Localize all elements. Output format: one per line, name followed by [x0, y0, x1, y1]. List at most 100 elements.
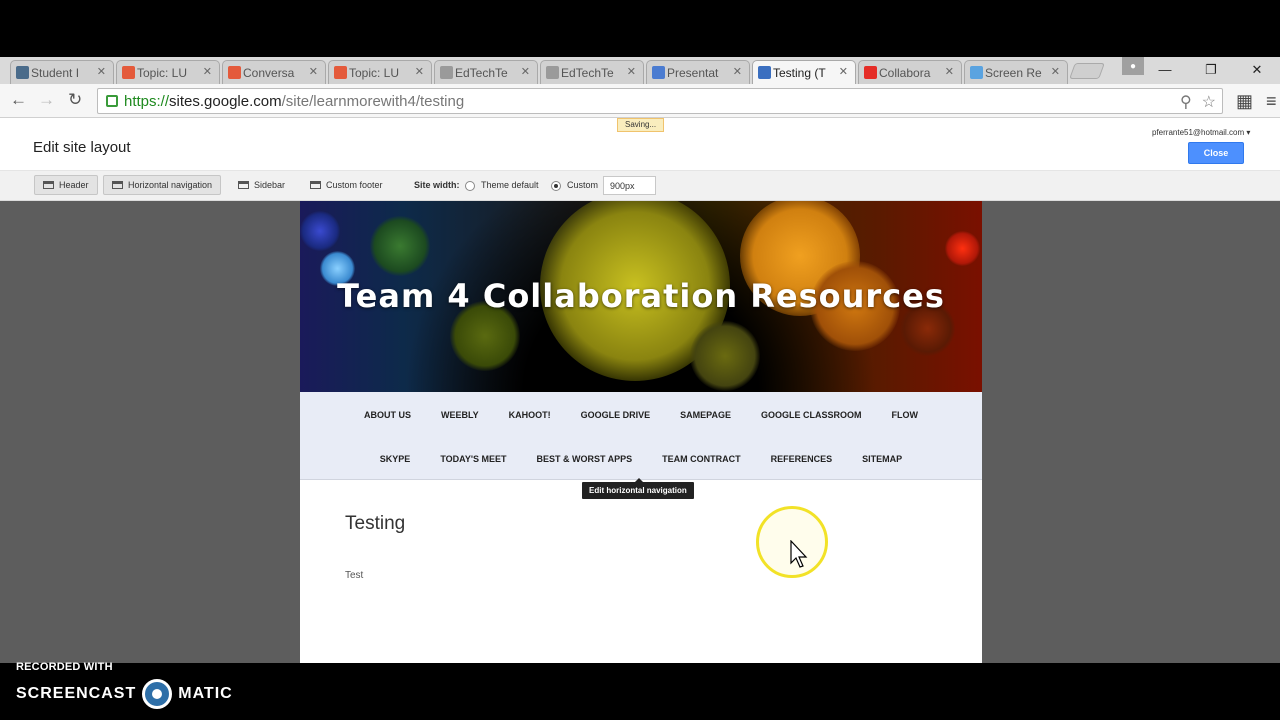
tab-label: EdTechTe [561, 65, 614, 80]
browser-tab[interactable]: Topic: LU ✕ [328, 60, 432, 84]
tab-label: Presentat [667, 65, 719, 80]
close-button[interactable]: Close [1188, 142, 1244, 164]
watermark-brand-right: MATIC [178, 685, 233, 702]
header-icon [43, 181, 54, 189]
extension-icon[interactable]: ▦ [1236, 91, 1253, 112]
close-window-icon[interactable]: ✕ [1234, 57, 1280, 82]
custom-footer-label: Custom footer [326, 180, 383, 190]
custom-width-label: Custom [567, 180, 599, 190]
browser-tab[interactable]: EdTechTe ✕ [540, 60, 644, 84]
nav-link[interactable]: FLOW [892, 410, 919, 420]
bookmark-star-icon[interactable]: ☆ [1202, 92, 1216, 112]
close-tab-icon[interactable]: ✕ [945, 65, 954, 78]
forward-icon[interactable]: → [38, 90, 55, 110]
site-header-banner[interactable]: Team 4 Collaboration Resources [300, 201, 982, 392]
tab-label: Topic: LU [349, 65, 400, 80]
new-tab-button[interactable] [1069, 63, 1105, 79]
nav-link[interactable]: TEAM CONTRACT [662, 454, 741, 464]
close-tab-icon[interactable]: ✕ [203, 65, 212, 78]
browser-tab[interactable]: Testing (T ✕ [752, 60, 856, 84]
account-email: pferrante51@hotmail.com [1152, 128, 1245, 137]
horizontal-navigation[interactable]: ABOUT US WEEBLY KAHOOT! GOOGLE DRIVE SAMEPAG… [300, 392, 982, 480]
browser-tab[interactable]: Student I ✕ [10, 60, 114, 84]
nav-link[interactable]: SKYPE [380, 454, 411, 464]
reload-icon[interactable]: ↻ [68, 90, 82, 110]
close-tab-icon[interactable]: ✕ [733, 65, 742, 78]
url-path: /site/learnmorewith4/testing [281, 92, 465, 110]
lifesaver-icon [122, 66, 135, 79]
screencast-logo-icon [142, 679, 173, 709]
theme-default-label: Theme default [481, 180, 539, 190]
restore-icon[interactable]: ❐ [1188, 57, 1234, 82]
screen: Student I ✕ Topic: LU ✕ Conversa ✕ Topic: LU ✕ E… [0, 0, 1280, 720]
account-menu[interactable]: pferrante51@hotmail.com ▾ [1152, 128, 1250, 137]
horizontal-navigation-toggle-button[interactable]: Horizontal navigation [103, 175, 222, 195]
nav-link[interactable]: GOOGLE CLASSROOM [761, 410, 862, 420]
watermark-brand-left: SCREENCAST [16, 685, 137, 702]
browser-tab[interactable]: Screen Re ✕ [964, 60, 1068, 84]
nav-link[interactable]: GOOGLE DRIVE [581, 410, 651, 420]
nav-row-2: SKYPE TODAY'S MEET BEST & WORST APPS TEAM C… [300, 454, 982, 464]
footer-icon [310, 181, 321, 189]
chevron-down-icon: ▾ [1246, 128, 1251, 137]
theme-default-radio[interactable] [465, 181, 475, 191]
sidebar-icon [238, 181, 249, 189]
header-toggle-button[interactable]: Header [34, 175, 98, 195]
site-width-label: Site width: [414, 180, 460, 190]
sidebar-label: Sidebar [254, 180, 286, 190]
nav-link[interactable]: ABOUT US [364, 410, 411, 420]
layout-options-bar: Header Horizontal navigation Sidebar Cus… [0, 170, 1280, 201]
profile-icon[interactable]: ● [1122, 57, 1144, 75]
browser-tab[interactable]: Collabora ✕ [858, 60, 962, 84]
window-controls: — ❐ ✕ [1142, 57, 1280, 82]
close-tab-icon[interactable]: ✕ [415, 65, 424, 78]
nav-link[interactable]: SITEMAP [862, 454, 902, 464]
nav-link[interactable]: REFERENCES [771, 454, 833, 464]
browser-toolbar: ← → ↻ https:// sites.google.com /site/le… [0, 84, 1280, 118]
nav-row-1: ABOUT US WEEBLY KAHOOT! GOOGLE DRIVE SAMEPAG… [300, 410, 982, 420]
menu-icon[interactable]: ≡ [1266, 91, 1277, 112]
youtube-icon [864, 66, 877, 79]
custom-footer-toggle-button[interactable]: Custom footer [302, 175, 391, 195]
watermark-recorded-with: RECORDED WITH [16, 661, 113, 673]
browser-tab[interactable]: Conversa ✕ [222, 60, 326, 84]
tab-label: Topic: LU [137, 65, 188, 80]
tab-label: Conversa [243, 65, 295, 80]
page-title: Edit site layout [33, 139, 131, 156]
loading-icon [440, 66, 453, 79]
site-preview: Team 4 Collaboration Resources ABOUT US W… [300, 201, 982, 663]
minimize-icon[interactable]: — [1142, 57, 1188, 82]
screencast-icon [970, 66, 983, 79]
close-tab-icon[interactable]: ✕ [521, 65, 530, 78]
browser-tab[interactable]: Topic: LU ✕ [116, 60, 220, 84]
zoom-icon[interactable]: ⚲ [1180, 92, 1192, 112]
nav-link[interactable]: TODAY'S MEET [440, 454, 506, 464]
site-page-title: Testing [345, 513, 406, 534]
close-tab-icon[interactable]: ✕ [97, 65, 106, 78]
sidebar-toggle-button[interactable]: Sidebar [230, 175, 293, 195]
site-preview-canvas: Team 4 Collaboration Resources ABOUT US W… [0, 201, 1280, 663]
close-tab-icon[interactable]: ✕ [309, 65, 318, 78]
nav-link[interactable]: WEEBLY [441, 410, 479, 420]
close-tab-icon[interactable]: ✕ [839, 65, 848, 78]
tab-label: Collabora [879, 65, 931, 80]
browser-tab[interactable]: EdTechTe ✕ [434, 60, 538, 84]
saving-indicator: Saving... [617, 118, 665, 132]
horizontal-navigation-icon [112, 181, 123, 189]
site-title: Team 4 Collaboration Resources [337, 277, 945, 315]
nav-link[interactable]: KAHOOT! [509, 410, 551, 420]
sites-icon [758, 66, 771, 79]
lifesaver-icon [228, 66, 241, 79]
lifesaver-icon [334, 66, 347, 79]
tab-label: Screen Re [985, 65, 1042, 80]
browser-tab[interactable]: Presentat ✕ [646, 60, 750, 84]
address-bar[interactable]: https:// sites.google.com /site/learnmor… [97, 88, 1223, 114]
nav-link[interactable]: SAMEPAGE [680, 410, 731, 420]
custom-width-radio[interactable] [551, 181, 561, 191]
close-tab-icon[interactable]: ✕ [1051, 65, 1060, 78]
url-host: sites.google.com [169, 92, 282, 110]
site-width-input[interactable]: 900px [603, 176, 656, 195]
back-icon[interactable]: ← [10, 90, 27, 110]
close-tab-icon[interactable]: ✕ [627, 65, 636, 78]
nav-link[interactable]: BEST & WORST APPS [536, 454, 632, 464]
